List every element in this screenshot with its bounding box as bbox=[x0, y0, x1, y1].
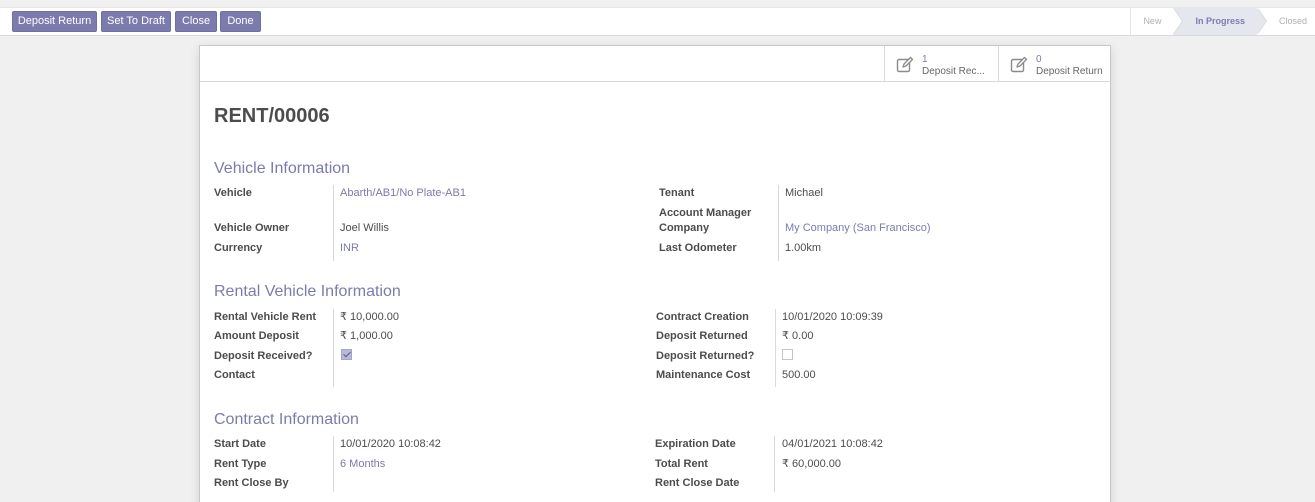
stage-new-label: New bbox=[1143, 16, 1162, 26]
rent-close-date-label: Rent Close Date bbox=[655, 477, 740, 489]
expiration-date-label: Expiration Date bbox=[655, 438, 736, 450]
deposit-return-label: Deposit Return bbox=[1036, 66, 1103, 77]
edit-icon bbox=[1010, 56, 1028, 73]
smart-button-box: 1 Deposit Rec... 0 Deposit Return bbox=[200, 46, 1110, 82]
currency-field[interactable]: INR bbox=[340, 241, 359, 255]
tenant-label: Tenant bbox=[659, 187, 695, 199]
deposit-return-smart-button[interactable]: 0 Deposit Return bbox=[998, 46, 1110, 82]
contact-label: Contact bbox=[214, 369, 255, 381]
deposit-received-label: Deposit Received? bbox=[214, 350, 313, 362]
section-vehicle-information: Vehicle Information bbox=[214, 160, 351, 177]
vehicle-owner-field[interactable]: Joel Willis bbox=[340, 221, 389, 235]
done-button[interactable]: Done bbox=[220, 11, 261, 32]
start-date-label: Start Date bbox=[214, 438, 266, 450]
tenant-field[interactable]: Michael bbox=[785, 186, 823, 200]
status-stages: New In Progress Closed bbox=[1130, 8, 1311, 35]
last-odometer-field[interactable]: 1.00km bbox=[785, 241, 821, 255]
section-rental-vehicle-information: Rental Vehicle Information bbox=[214, 283, 401, 300]
start-date-field[interactable]: 10/01/2020 10:08:42 bbox=[340, 437, 441, 451]
deposit-return-count: 0 bbox=[1036, 54, 1042, 65]
deposit-returned-checkbox[interactable] bbox=[782, 349, 793, 360]
amount-deposit-label: Amount Deposit bbox=[214, 330, 299, 342]
deposit-returned-amount-label: Deposit Returned bbox=[656, 330, 748, 342]
section-contract-information: Contract Information bbox=[214, 411, 359, 428]
contract-creation-label: Contract Creation bbox=[656, 311, 749, 323]
edit-icon bbox=[896, 56, 914, 73]
deposit-received-label: Deposit Rec... bbox=[922, 66, 985, 77]
amount-deposit-field[interactable]: ₹ 1,000.00 bbox=[340, 329, 393, 343]
rental-vehicle-rent-label: Rental Vehicle Rent bbox=[214, 311, 317, 323]
company-field[interactable]: My Company (San Francisco) bbox=[785, 221, 931, 235]
record-title: RENT/00006 bbox=[214, 105, 330, 127]
deposit-returned-question-label: Deposit Returned? bbox=[656, 350, 755, 362]
deposit-received-smart-button[interactable]: 1 Deposit Rec... bbox=[884, 46, 998, 82]
form-sheet: 1 Deposit Rec... 0 Deposit Return RENT/0… bbox=[199, 45, 1111, 502]
stage-in-progress[interactable]: In Progress bbox=[1173, 8, 1267, 35]
stage-closed-label: Closed bbox=[1278, 16, 1307, 26]
account-manager-label: Account Manager bbox=[659, 207, 752, 219]
rental-vehicle-rent-field[interactable]: ₹ 10,000.00 bbox=[340, 310, 399, 324]
deposit-returned-amount-field[interactable]: ₹ 0.00 bbox=[782, 329, 813, 343]
rent-type-label: Rent Type bbox=[214, 458, 267, 470]
last-odometer-label: Last Odometer bbox=[659, 242, 737, 254]
set-to-draft-button[interactable]: Set To Draft bbox=[101, 11, 171, 32]
expiration-date-field[interactable]: 04/01/2021 10:08:42 bbox=[782, 437, 883, 451]
vehicle-label: Vehicle bbox=[214, 187, 252, 199]
deposit-received-checkbox[interactable] bbox=[341, 349, 352, 360]
stage-new[interactable]: New bbox=[1130, 8, 1184, 35]
vehicle-field[interactable]: Abarth/AB1/No Plate-AB1 bbox=[340, 186, 466, 200]
maintenance-cost-field[interactable]: 500.00 bbox=[782, 368, 816, 382]
rent-close-by-label: Rent Close By bbox=[214, 477, 289, 489]
deposit-received-count: 1 bbox=[922, 54, 928, 65]
vehicle-owner-label: Vehicle Owner bbox=[214, 222, 290, 234]
maintenance-cost-label: Maintenance Cost bbox=[656, 369, 751, 381]
control-panel: Deposit Return Set To Draft Close Done N… bbox=[0, 7, 1315, 36]
total-rent-field[interactable]: ₹ 60,000.00 bbox=[782, 457, 841, 471]
currency-label: Currency bbox=[214, 242, 263, 254]
stage-in-progress-label: In Progress bbox=[1195, 16, 1245, 26]
total-rent-label: Total Rent bbox=[655, 458, 708, 470]
close-button[interactable]: Close bbox=[175, 11, 217, 32]
contract-creation-field[interactable]: 10/01/2020 10:09:39 bbox=[782, 310, 883, 324]
rent-type-field[interactable]: 6 Months bbox=[340, 457, 385, 471]
company-label: Company bbox=[659, 222, 710, 234]
deposit-return-button[interactable]: Deposit Return bbox=[12, 11, 97, 32]
